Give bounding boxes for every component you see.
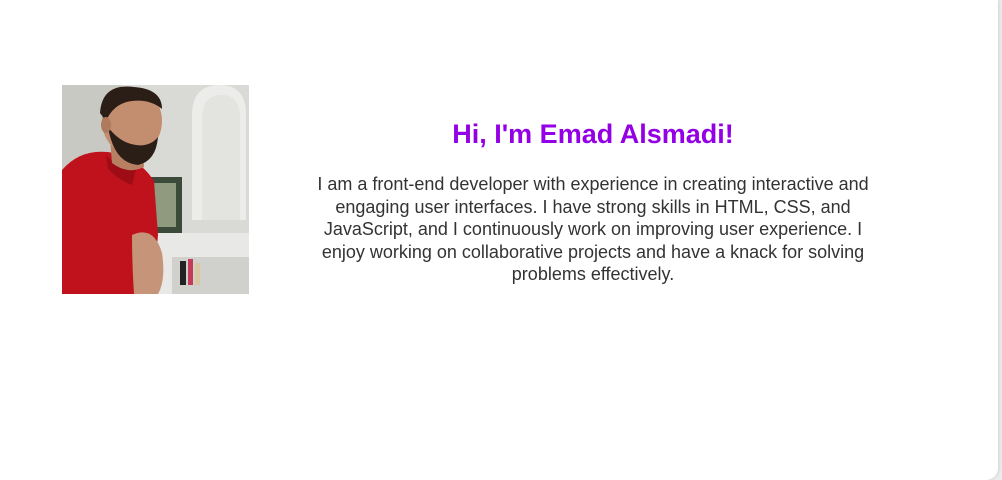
profile-photo bbox=[62, 85, 249, 294]
bio-paragraph: I am a front-end developer with experien… bbox=[317, 174, 869, 285]
greeting-heading: Hi, I'm Emad Alsmadi! bbox=[452, 119, 734, 149]
about-section: Hi, I'm Emad Alsmadi! I am a front-end d… bbox=[0, 0, 998, 480]
intro-text-block: Hi, I'm Emad Alsmadi! I am a front-end d… bbox=[292, 112, 894, 286]
